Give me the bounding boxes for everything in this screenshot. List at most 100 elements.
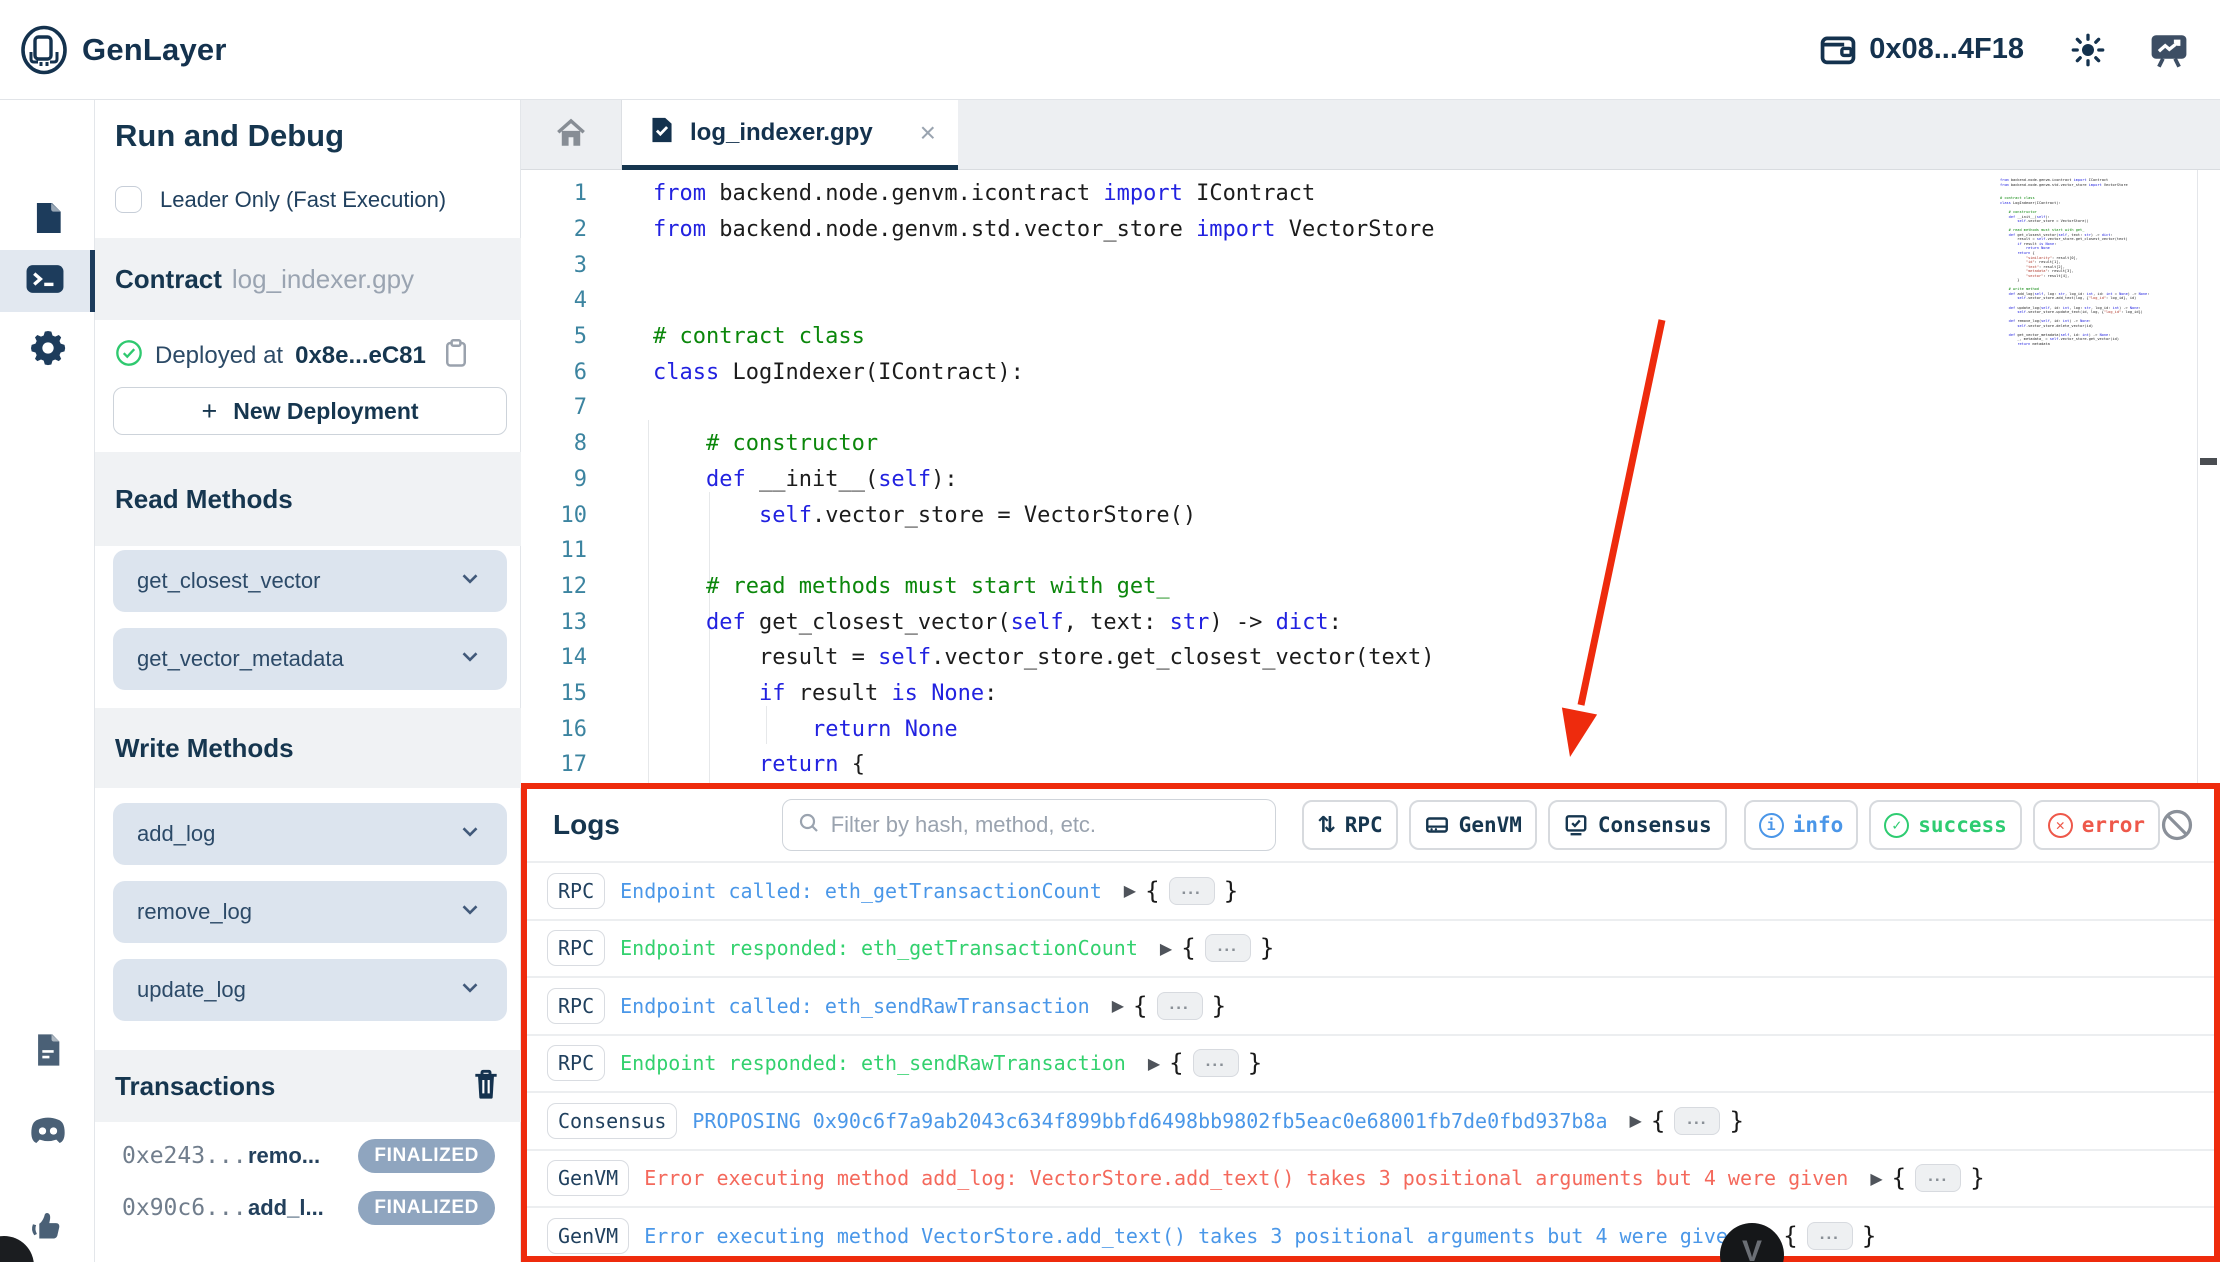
chevron-down-icon xyxy=(457,896,483,928)
line-number: 14 xyxy=(560,645,588,671)
editor-scrollbar-thumb[interactable] xyxy=(2200,458,2217,465)
log-expand-control[interactable]: ▶ {...} xyxy=(1124,876,1239,905)
ellipsis-chip[interactable]: ... xyxy=(1806,1221,1853,1250)
brace-close: } xyxy=(1259,934,1275,963)
tx-method: add_l... xyxy=(248,1195,324,1220)
clear-transactions-trash-icon[interactable] xyxy=(471,1068,501,1105)
code-text: return { xyxy=(2017,251,2035,256)
logs-header: Logs ⇅ RPC GenVM Consensus iinfo ✓ success ✕ er… xyxy=(527,789,2214,863)
log-entry: RPC Endpoint called: eth_sendRawTransacti… xyxy=(527,978,2214,1036)
method-dropdown-add_log[interactable]: add_log xyxy=(113,803,507,865)
leader-only-checkbox[interactable] xyxy=(115,186,142,213)
log-expand-control[interactable]: ▶ {...} xyxy=(1630,1106,1744,1135)
code-text: def remove_log(self, id: int) -> None: xyxy=(2008,319,2091,324)
logs-title: Logs xyxy=(553,809,620,840)
search-input[interactable] xyxy=(830,812,1262,838)
method-label: add_log xyxy=(137,821,216,846)
filter-button-consensus[interactable]: Consensus xyxy=(1547,800,1727,850)
filter-label: success xyxy=(1918,813,2007,837)
log-expand-control[interactable]: ▶ {...} xyxy=(1870,1164,1985,1193)
line-number: 16 xyxy=(560,716,588,742)
brace-open: { xyxy=(1891,1164,1907,1193)
sidebar-item-files[interactable] xyxy=(0,188,95,252)
editor-scrollbar-track xyxy=(2197,170,2198,783)
transaction-row[interactable]: 0x90c6... add_l... FINALIZED xyxy=(95,1182,521,1234)
home-icon xyxy=(554,117,588,154)
code-text: # constructor xyxy=(2008,210,2037,215)
sidebar-item-docs[interactable] xyxy=(0,1020,95,1084)
new-deployment-button[interactable]: + New Deployment xyxy=(113,387,507,435)
chevron-down-icon xyxy=(457,565,483,597)
log-message: Error executing method VectorStore.add_t… xyxy=(644,1223,1740,1248)
code-text: class LogIndexer(IContract): xyxy=(653,359,1024,385)
ellipsis-chip[interactable]: ... xyxy=(1192,1049,1239,1078)
transaction-row[interactable]: 0xe243... remo... FINALIZED xyxy=(95,1130,521,1182)
filter-button-genvm[interactable]: GenVM xyxy=(1408,800,1537,850)
brand: GenLayer xyxy=(20,25,227,75)
sidebar-item-run-debug[interactable] xyxy=(0,250,95,312)
code-text: "vector": result[4], xyxy=(2025,273,2070,278)
method-dropdown-remove_log[interactable]: remove_log xyxy=(113,881,507,943)
code-text: class LogIndexer(IContract): xyxy=(2000,201,2061,205)
filter-button-info[interactable]: i info xyxy=(1743,800,1859,850)
level-filters: i info ✓ success ✕ error xyxy=(1743,800,2160,850)
expand-triangle-icon[interactable]: ▶ xyxy=(1160,939,1172,958)
presentation-chart-icon[interactable] xyxy=(2148,30,2190,70)
expand-triangle-icon[interactable]: ▶ xyxy=(1630,1111,1642,1130)
expand-triangle-icon[interactable]: ▶ xyxy=(1124,881,1136,900)
sidebar-item-discord[interactable] xyxy=(0,1101,95,1165)
brace-close: } xyxy=(1223,876,1239,905)
page-title: Run and Debug xyxy=(115,118,345,153)
code-text: return { xyxy=(758,752,865,778)
copy-address-icon[interactable] xyxy=(442,338,470,373)
log-expand-control[interactable]: ▶ {...} xyxy=(1148,1049,1263,1078)
code-line: 6 class LogIndexer(IContract): xyxy=(521,354,1991,390)
brace-open: { xyxy=(1169,1049,1184,1078)
filter-button-rpc[interactable]: ⇅ RPC xyxy=(1302,800,1398,850)
filter-button-error[interactable]: ✕ error xyxy=(2032,800,2160,850)
filter-button-success[interactable]: ✓ success xyxy=(1869,800,2022,850)
minimap[interactable]: from backend.node.genvm.icontract import… xyxy=(2000,178,2198,346)
code-text: if result is None: xyxy=(758,680,998,706)
method-dropdown-get_vector_metadata[interactable]: get_vector_metadata xyxy=(113,628,507,690)
wallet-chip[interactable]: 0x08...4F18 xyxy=(1819,33,2024,67)
log-expand-control[interactable]: ▶ {...} xyxy=(1112,991,1226,1020)
ellipsis-chip[interactable]: ... xyxy=(1915,1164,1962,1193)
log-source-badge: RPC xyxy=(547,1045,606,1082)
expand-triangle-icon[interactable]: ▶ xyxy=(1870,1169,1882,1188)
code-text: if result is None: xyxy=(2017,241,2057,246)
gear-icon xyxy=(28,328,68,373)
code-text: from backend.node.genvm.std.vector_store… xyxy=(2000,182,2128,187)
code-text: # write method xyxy=(2008,287,2039,292)
log-source-badge: RPC xyxy=(547,872,606,909)
logs-filter-search[interactable] xyxy=(781,799,1277,851)
clear-logs-ban-icon[interactable] xyxy=(2160,808,2194,842)
ellipsis-chip[interactable]: ... xyxy=(1168,876,1215,905)
close-icon[interactable]: × xyxy=(920,118,936,147)
brace-close: } xyxy=(1861,1221,1877,1250)
ellipsis-chip[interactable]: ... xyxy=(1156,991,1203,1020)
expand-triangle-icon[interactable]: ▶ xyxy=(1148,1054,1160,1073)
ellipsis-chip[interactable]: ... xyxy=(1204,934,1251,963)
transactions-header: Transactions xyxy=(95,1050,521,1122)
code-text: # read methods must start with get_ xyxy=(2008,228,2085,233)
code-text: } xyxy=(2000,278,2020,283)
ellipsis-chip[interactable]: ... xyxy=(1674,1106,1721,1135)
tab-home[interactable] xyxy=(521,100,622,170)
log-expand-control[interactable]: ▶ {...} xyxy=(1160,934,1275,963)
code-text: _, metadata_ = self.vector_store.get_vec… xyxy=(2000,337,2120,342)
method-dropdown-update_log[interactable]: update_log xyxy=(113,959,507,1021)
sidebar-item-settings[interactable] xyxy=(0,318,95,382)
header-actions: 0x08...4F18 xyxy=(1819,30,2190,70)
theme-toggle-sun-icon[interactable] xyxy=(2070,32,2106,68)
deployed-label: Deployed at xyxy=(155,341,284,369)
line-number: 10 xyxy=(560,502,588,528)
tab-log-indexer[interactable]: log_indexer.gpy × xyxy=(622,100,958,170)
code-text: from backend.node.genvm.icontract import… xyxy=(2000,178,2109,183)
expand-triangle-icon[interactable]: ▶ xyxy=(1112,996,1124,1015)
filter-label: RPC xyxy=(1344,813,1383,837)
log-entry: GenVM Error executing method add_log: Vec… xyxy=(527,1151,2214,1208)
log-message: Endpoint responded: eth_sendRawTransacti… xyxy=(620,1051,1126,1076)
brace-close: } xyxy=(1247,1049,1263,1078)
method-dropdown-get_closest_vector[interactable]: get_closest_vector xyxy=(113,550,507,612)
